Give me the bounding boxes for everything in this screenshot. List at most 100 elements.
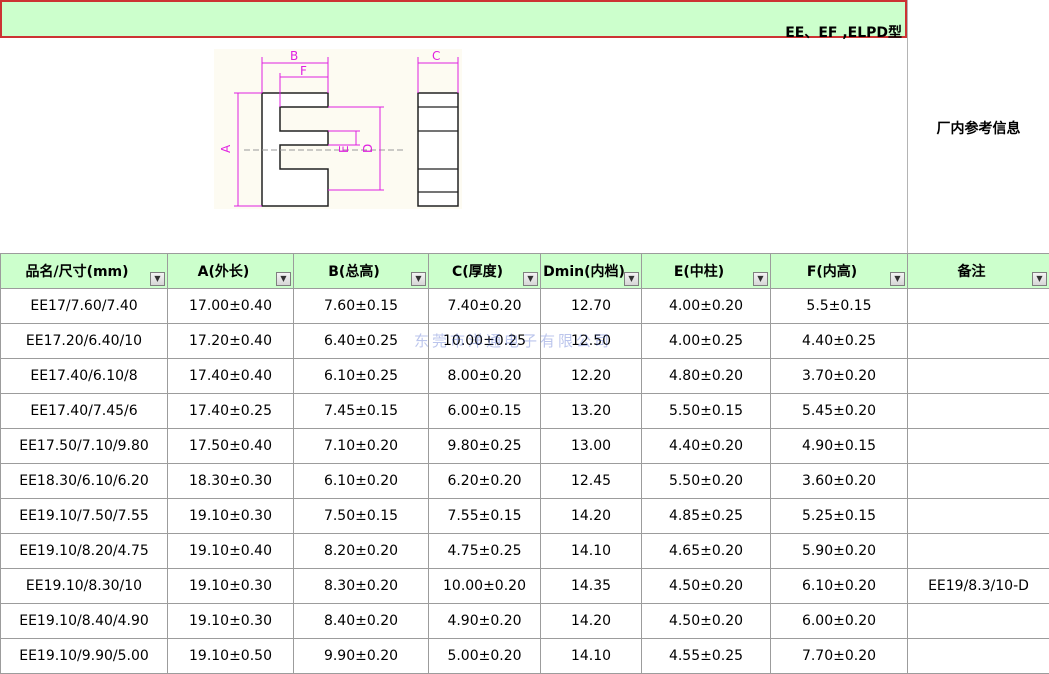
table-cell[interactable]: 12.50 [541,324,642,359]
table-cell[interactable] [908,639,1049,674]
diagram-label-a: A [219,144,233,153]
table-cell[interactable]: 10.00±0.25 [429,324,541,359]
table-cell[interactable] [908,359,1049,394]
table-cell[interactable] [908,289,1049,324]
column-header-label: E(中柱) [674,261,738,281]
table-cell[interactable]: 6.10±0.20 [294,464,429,499]
dropdown-arrow-icon[interactable]: ▼ [890,272,905,286]
table-row: EE17.20/6.40/1017.20±0.406.40±0.2510.00±… [1,324,1049,359]
table-cell[interactable]: 9.80±0.25 [429,429,541,464]
table-cell[interactable]: 10.00±0.20 [429,569,541,604]
table-cell[interactable]: EE17.40/6.10/8 [1,359,168,394]
table-cell[interactable]: 14.20 [541,604,642,639]
table-cell[interactable]: 4.40±0.25 [771,324,908,359]
table-cell[interactable]: 6.00±0.15 [429,394,541,429]
table-cell[interactable] [908,324,1049,359]
table-cell[interactable]: 19.10±0.30 [168,499,294,534]
table-cell[interactable]: 7.55±0.15 [429,499,541,534]
table-cell[interactable]: 8.30±0.20 [294,569,429,604]
table-cell[interactable]: EE19.10/7.50/7.55 [1,499,168,534]
table-cell[interactable]: 5.25±0.15 [771,499,908,534]
table-cell[interactable]: 12.70 [541,289,642,324]
table-cell[interactable]: 14.20 [541,499,642,534]
dropdown-arrow-icon[interactable]: ▼ [1032,272,1047,286]
dropdown-arrow-icon[interactable]: ▼ [624,272,639,286]
table-cell[interactable]: 5.5±0.15 [771,289,908,324]
table-cell[interactable]: 6.10±0.20 [771,569,908,604]
table-cell[interactable]: 17.00±0.40 [168,289,294,324]
table-cell[interactable]: 17.20±0.40 [168,324,294,359]
table-cell[interactable]: 19.10±0.40 [168,534,294,569]
table-cell[interactable]: 8.40±0.20 [294,604,429,639]
table-cell[interactable] [908,604,1049,639]
table-cell[interactable]: 4.65±0.20 [642,534,771,569]
dropdown-arrow-icon[interactable]: ▼ [411,272,426,286]
table-cell[interactable]: 17.50±0.40 [168,429,294,464]
table-cell[interactable]: EE19.10/9.90/5.00 [1,639,168,674]
table-cell[interactable]: 14.10 [541,534,642,569]
table-cell[interactable]: EE19.10/8.20/4.75 [1,534,168,569]
dropdown-arrow-icon[interactable]: ▼ [150,272,165,286]
table-cell[interactable]: 5.45±0.20 [771,394,908,429]
table-cell[interactable] [908,394,1049,429]
table-cell[interactable]: 4.00±0.20 [642,289,771,324]
dropdown-arrow-icon[interactable]: ▼ [276,272,291,286]
table-cell[interactable]: 7.70±0.20 [771,639,908,674]
table-cell[interactable]: 4.55±0.25 [642,639,771,674]
table-cell[interactable]: 4.90±0.20 [429,604,541,639]
dropdown-arrow-icon[interactable]: ▼ [523,272,538,286]
table-cell[interactable] [908,464,1049,499]
table-cell[interactable]: EE19.10/8.40/4.90 [1,604,168,639]
table-cell[interactable] [908,499,1049,534]
table-cell[interactable]: 18.30±0.30 [168,464,294,499]
table-cell[interactable]: 17.40±0.25 [168,394,294,429]
table-cell[interactable]: EE17/7.60/7.40 [1,289,168,324]
table-cell[interactable]: EE17.20/6.40/10 [1,324,168,359]
table-cell[interactable]: 5.50±0.20 [642,464,771,499]
table-cell[interactable]: EE19/8.3/10-D [908,569,1049,604]
table-cell[interactable]: 7.40±0.20 [429,289,541,324]
table-cell[interactable]: EE17.40/7.45/6 [1,394,168,429]
table-cell[interactable]: 4.00±0.25 [642,324,771,359]
table-cell[interactable]: 7.50±0.15 [294,499,429,534]
table-cell[interactable]: 9.90±0.20 [294,639,429,674]
table-cell[interactable]: 7.60±0.15 [294,289,429,324]
table-row: EE18.30/6.10/6.2018.30±0.306.10±0.206.20… [1,464,1049,499]
table-cell[interactable]: 13.00 [541,429,642,464]
table-cell[interactable] [908,534,1049,569]
table-cell[interactable]: 8.20±0.20 [294,534,429,569]
table-cell[interactable]: 3.70±0.20 [771,359,908,394]
table-cell[interactable]: 6.00±0.20 [771,604,908,639]
table-cell[interactable]: 7.10±0.20 [294,429,429,464]
table-cell[interactable]: EE17.50/7.10/9.80 [1,429,168,464]
table-cell[interactable]: 4.85±0.25 [642,499,771,534]
table-cell[interactable]: 17.40±0.40 [168,359,294,394]
table-cell[interactable]: EE19.10/8.30/10 [1,569,168,604]
table-cell[interactable]: 19.10±0.30 [168,569,294,604]
table-cell[interactable]: 5.50±0.15 [642,394,771,429]
table-cell[interactable]: 14.10 [541,639,642,674]
table-cell[interactable]: EE18.30/6.10/6.20 [1,464,168,499]
table-cell[interactable]: 5.00±0.20 [429,639,541,674]
table-cell[interactable]: 14.35 [541,569,642,604]
table-cell[interactable]: 6.40±0.25 [294,324,429,359]
table-cell[interactable]: 12.20 [541,359,642,394]
table-cell[interactable]: 13.20 [541,394,642,429]
table-cell[interactable]: 4.75±0.25 [429,534,541,569]
table-cell[interactable]: 4.50±0.20 [642,569,771,604]
table-cell[interactable]: 19.10±0.30 [168,604,294,639]
table-cell[interactable]: 4.90±0.15 [771,429,908,464]
table-cell[interactable]: 6.10±0.25 [294,359,429,394]
table-cell[interactable]: 7.45±0.15 [294,394,429,429]
table-cell[interactable]: 12.45 [541,464,642,499]
table-cell[interactable]: 4.40±0.20 [642,429,771,464]
table-cell[interactable]: 19.10±0.50 [168,639,294,674]
table-cell[interactable]: 4.80±0.20 [642,359,771,394]
table-cell[interactable]: 6.20±0.20 [429,464,541,499]
table-cell[interactable]: 4.50±0.20 [642,604,771,639]
table-cell[interactable]: 8.00±0.20 [429,359,541,394]
table-cell[interactable]: 5.90±0.20 [771,534,908,569]
dropdown-arrow-icon[interactable]: ▼ [753,272,768,286]
table-cell[interactable] [908,429,1049,464]
table-cell[interactable]: 3.60±0.20 [771,464,908,499]
